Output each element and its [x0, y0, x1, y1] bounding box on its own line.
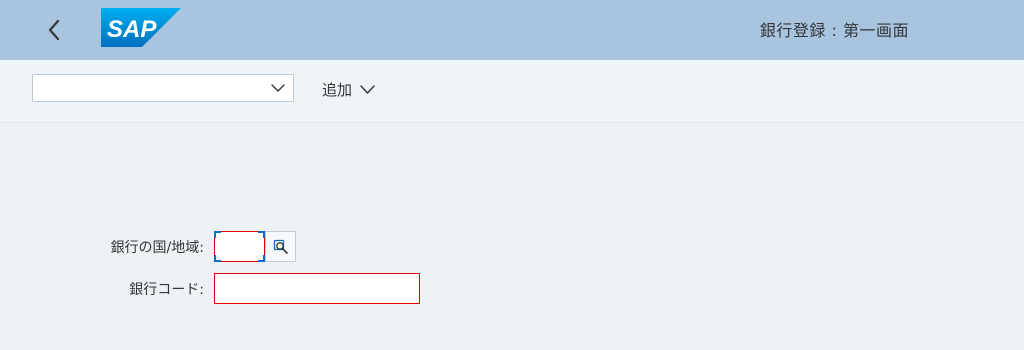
focus-corner [258, 255, 265, 262]
back-button[interactable] [36, 14, 72, 46]
country-label: 銀行の国/地域: [110, 240, 204, 256]
add-menu-button[interactable]: 追加 [322, 78, 375, 100]
shell-header: SAP 銀行登録 : 第一画面 [0, 0, 1024, 60]
chevron-down-icon [271, 84, 285, 92]
bank-code-row: 銀行コード: [0, 273, 210, 305]
value-help-button[interactable] [265, 231, 296, 262]
toolbar: 追加 [0, 60, 1024, 123]
chevron-down-icon [360, 84, 375, 94]
page-title: 銀行登録 : 第一画面 [759, 21, 909, 40]
variant-select[interactable] [32, 74, 294, 102]
value-help-search-icon [273, 239, 288, 254]
sap-logo: SAP [101, 8, 181, 47]
country-input[interactable] [214, 231, 265, 262]
sap-logo-text: SAP [107, 16, 157, 43]
bank-code-label: 銀行コード: [129, 282, 204, 298]
chevron-left-icon [48, 19, 60, 41]
bank-code-input[interactable] [214, 273, 420, 304]
focus-corner [214, 231, 221, 238]
add-menu-label: 追加 [322, 80, 353, 99]
focus-corner [258, 231, 265, 238]
country-row: 銀行の国/地域: [0, 231, 210, 263]
focus-corner [214, 255, 221, 262]
